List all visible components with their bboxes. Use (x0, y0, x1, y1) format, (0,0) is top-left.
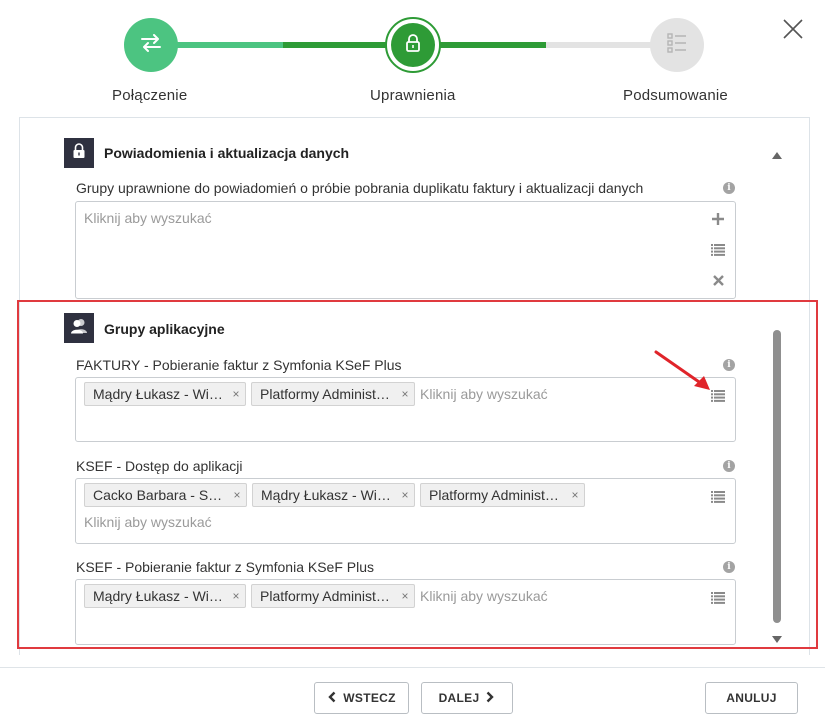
group-tag[interactable]: Mądry Łukasz - Wic… × (84, 382, 246, 406)
list-icon[interactable] (710, 590, 726, 606)
search-placeholder: Kliknij aby wyszukać (84, 514, 212, 530)
remove-tag-icon[interactable]: × (228, 488, 246, 502)
info-icon[interactable]: i (723, 359, 735, 371)
ksef-download-groups-input[interactable]: Mądry Łukasz - Wic… × Platformy Administ… (75, 579, 736, 645)
remove-tag-icon[interactable]: × (396, 387, 414, 401)
group-tag-label: Mądry Łukasz - Wic… (261, 487, 396, 503)
section-app-groups-icon-box (64, 313, 94, 343)
add-icon[interactable] (710, 211, 726, 227)
lock-icon (72, 142, 86, 164)
users-icon (70, 318, 88, 339)
chevron-right-icon (485, 691, 495, 706)
info-icon[interactable]: i (723, 561, 735, 573)
cancel-button-label: ANULUJ (726, 691, 777, 705)
step-label-permissions: Uprawnienia (370, 87, 456, 104)
notifications-groups-label: Grupy uprawnione do powiadomień o próbie… (76, 180, 644, 196)
faktury-groups-input[interactable]: Mądry Łukasz - Wic… × Platformy Administ… (75, 377, 736, 442)
section-notifications-title: Powiadomienia i aktualizacja danych (104, 145, 350, 161)
faktury-field-label: FAKTURY - Pobieranie faktur z Symfonia K… (76, 357, 402, 373)
remove-tag-icon[interactable]: × (227, 387, 245, 401)
group-tag[interactable]: Platformy Administ… × (420, 483, 585, 507)
footer-divider (0, 667, 825, 668)
annotation-arrow-icon (652, 348, 716, 401)
step-connection[interactable] (124, 18, 178, 72)
search-placeholder: Kliknij aby wyszukać (84, 210, 212, 226)
step-label-connection: Połączenie (112, 87, 188, 104)
step-label-summary: Podsumowanie (623, 87, 728, 104)
group-tag[interactable]: Mądry Łukasz - Wic… × (84, 584, 246, 608)
scrollbar-thumb[interactable] (773, 330, 781, 623)
remove-tag-icon[interactable]: × (566, 488, 584, 502)
clear-icon[interactable] (710, 272, 726, 288)
checklist-icon (667, 32, 687, 59)
lock-icon (405, 33, 421, 57)
section-notifications-icon-box (64, 138, 94, 168)
scroll-up-button[interactable] (772, 146, 782, 159)
close-button[interactable] (780, 16, 806, 42)
ksef-access-groups-input[interactable]: Cacko Barbara - Se… × Mądry Łukasz - Wic… (75, 478, 736, 544)
list-icon[interactable] (710, 489, 726, 505)
info-icon[interactable]: i (723, 460, 735, 472)
back-button[interactable]: WSTECZ (314, 682, 409, 714)
group-tag-label: Platformy Administ… (260, 588, 390, 604)
remove-tag-icon[interactable]: × (396, 488, 414, 502)
chevron-left-icon (327, 691, 337, 706)
section-app-groups-title: Grupy aplikacyjne (104, 321, 225, 337)
group-tag[interactable]: Cacko Barbara - Se… × (84, 483, 247, 507)
scroll-down-button[interactable] (772, 631, 782, 643)
cancel-button[interactable]: ANULUJ (705, 682, 798, 714)
close-icon (780, 19, 806, 46)
list-icon[interactable] (710, 242, 726, 258)
group-tag-label: Platformy Administ… (429, 487, 559, 503)
group-tag[interactable]: Platformy Administ… × (251, 382, 415, 406)
group-tag[interactable]: Mądry Łukasz - Wic… × (252, 483, 415, 507)
ksef-access-field-label: KSEF - Dostęp do aplikacji (76, 458, 243, 474)
notifications-groups-input[interactable]: Kliknij aby wyszukać (75, 201, 736, 299)
ksef-download-field-label: KSEF - Pobieranie faktur z Symfonia KSeF… (76, 559, 375, 575)
group-tag-label: Mądry Łukasz - Wic… (93, 386, 227, 402)
group-tag-label: Cacko Barbara - Se… (93, 487, 228, 503)
back-button-label: WSTECZ (343, 691, 396, 705)
next-button[interactable]: DALEJ (421, 682, 513, 714)
arrows-exchange-icon (140, 33, 162, 57)
group-tag-label: Platformy Administ… (260, 386, 390, 402)
next-button-label: DALEJ (438, 691, 480, 705)
group-tag[interactable]: Platformy Administ… × (251, 584, 415, 608)
remove-tag-icon[interactable]: × (227, 589, 245, 603)
search-placeholder: Kliknij aby wyszukać (420, 386, 548, 402)
remove-tag-icon[interactable]: × (396, 589, 414, 603)
step-permissions[interactable] (385, 17, 441, 73)
group-tag-label: Mądry Łukasz - Wic… (93, 588, 227, 604)
step-summary[interactable] (650, 18, 704, 72)
search-placeholder: Kliknij aby wyszukać (420, 588, 548, 604)
info-icon[interactable]: i (723, 182, 735, 194)
